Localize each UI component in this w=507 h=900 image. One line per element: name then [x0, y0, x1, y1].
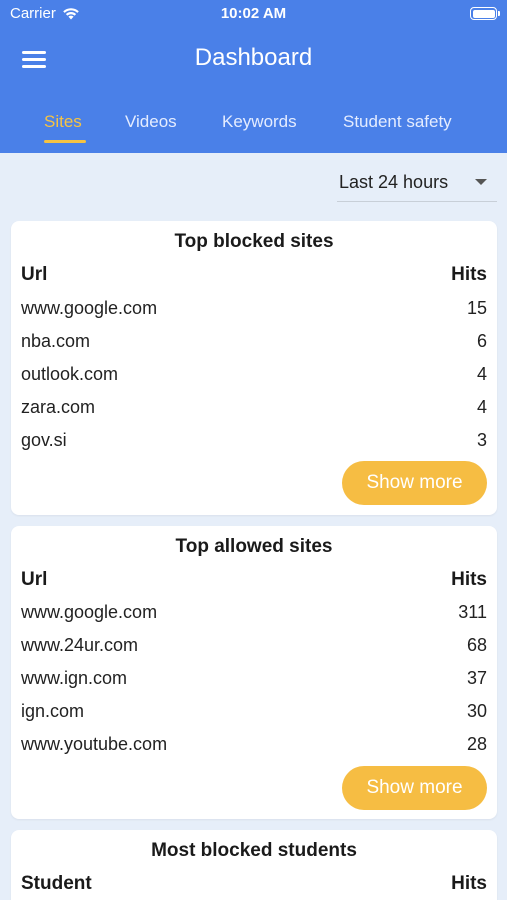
table-row-url: www.youtube.com — [21, 734, 168, 754]
url-column-header: Url — [21, 569, 48, 590]
table-row-url: outlook.com — [21, 364, 119, 384]
table-row-url: www.24ur.com — [21, 635, 139, 655]
status-bar: Carrier 10:02 AM — [0, 0, 507, 28]
table-row-hits: 3 — [476, 430, 487, 450]
student-column-header: Student — [21, 873, 92, 894]
top-blocked-sites-card: Top blocked sites Url Hits www.google.co… — [11, 221, 497, 515]
table-row-hits: 37 — [466, 668, 487, 688]
show-more-allowed-button[interactable]: Show more — [342, 766, 487, 810]
table-row-hits: 4 — [476, 397, 487, 417]
table-row-url: nba.com — [21, 331, 91, 351]
most-blocked-students-card: Most blocked students Student Hits — [11, 830, 497, 900]
tab-bar: Sites Videos Keywords Student safety — [0, 108, 507, 153]
status-time: 10:02 AM — [220, 5, 287, 22]
time-range-value: Last 24 hours — [339, 172, 449, 192]
tab-videos[interactable]: Videos — [125, 112, 177, 132]
table-row-url: www.ign.com — [21, 668, 128, 688]
hits-column-header: Hits — [451, 264, 487, 285]
tab-sites[interactable]: Sites — [44, 112, 82, 132]
show-more-blocked-button[interactable]: Show more — [342, 461, 487, 505]
tab-keywords[interactable]: Keywords — [222, 112, 297, 132]
active-tab-indicator — [44, 140, 86, 143]
table-row-hits: 28 — [466, 734, 487, 754]
table-row-url: ign.com — [21, 701, 85, 721]
table-row-hits: 311 — [458, 602, 487, 622]
table-row-hits: 6 — [476, 331, 487, 351]
table-row-hits: 15 — [466, 298, 487, 318]
card-title: Top allowed sites — [175, 536, 333, 557]
table-row-hits: 30 — [466, 701, 487, 721]
hits-column-header: Hits — [451, 569, 487, 590]
tab-student-safety[interactable]: Student safety — [343, 112, 452, 132]
battery-icon — [470, 7, 500, 20]
dropdown-arrow-icon — [475, 179, 487, 185]
url-column-header: Url — [21, 264, 48, 285]
table-row-url: www.google.com — [21, 602, 158, 622]
page-title: Dashboard — [194, 44, 313, 71]
card-title: Top blocked sites — [174, 231, 334, 252]
table-row-hits: 4 — [476, 364, 487, 384]
card-title: Most blocked students — [151, 840, 357, 861]
hits-column-header: Hits — [451, 873, 487, 894]
top-allowed-sites-card: Top allowed sites Url Hits www.google.co… — [11, 526, 497, 819]
table-row-url: zara.com — [21, 397, 96, 417]
app-header: Carrier 10:02 AM Dashboard Sites Videos … — [0, 0, 507, 153]
table-row-url: gov.si — [21, 430, 67, 450]
table-row-url: www.google.com — [21, 298, 158, 318]
table-row-hits: 68 — [466, 635, 487, 655]
time-range-dropdown[interactable]: Last 24 hours — [337, 166, 497, 202]
